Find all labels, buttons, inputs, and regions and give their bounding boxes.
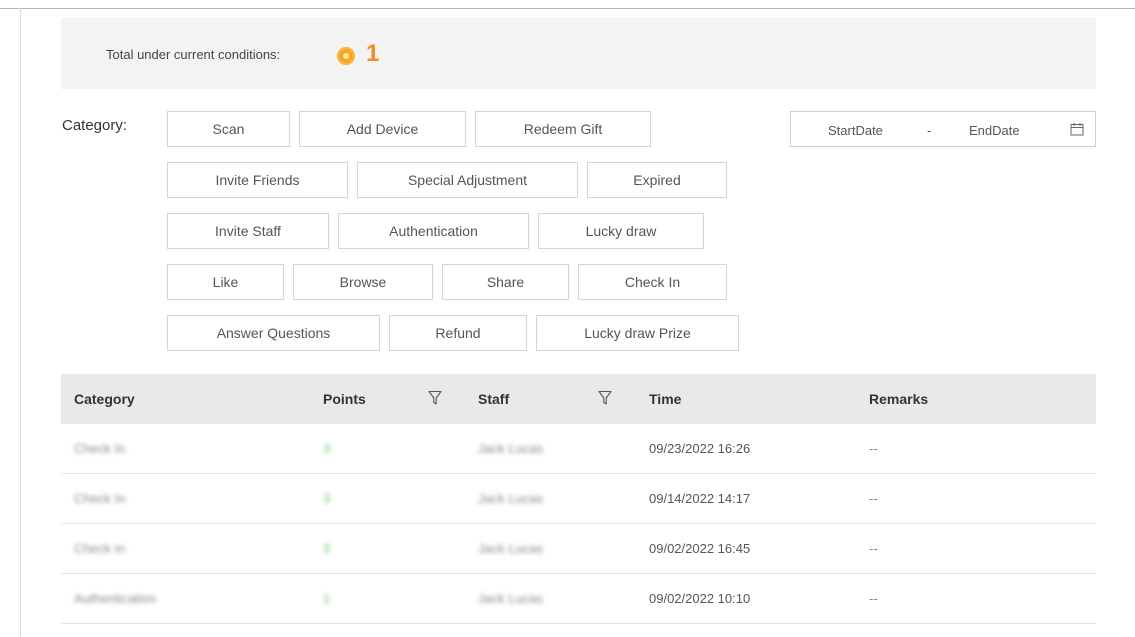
chip-invite-friends[interactable]: Invite Friends (167, 162, 348, 198)
row-remarks: -- (869, 591, 878, 606)
table-row: Check In 3 Jack Lucas 09/02/2022 16:45 -… (61, 524, 1096, 574)
chip-redeem-gift[interactable]: Redeem Gift (475, 111, 651, 147)
points-filter-icon[interactable] (428, 390, 442, 406)
chip-authentication[interactable]: Authentication (338, 213, 529, 249)
category-filter-label: Category: (62, 117, 128, 134)
end-date-input[interactable]: EndDate (969, 123, 1020, 138)
row-points: 3 (323, 491, 331, 506)
chip-invite-staff[interactable]: Invite Staff (167, 213, 329, 249)
table-row: Authentication 1 Jack Lucas 09/02/2022 1… (61, 574, 1096, 624)
chip-scan[interactable]: Scan (167, 111, 290, 147)
row-category: Check In (74, 541, 126, 556)
table-row: Check In 3 Jack Lucas 09/14/2022 14:17 -… (61, 474, 1096, 524)
date-separator: - (927, 123, 932, 138)
points-history-table: Category Points Staff Time Remarks Check… (61, 374, 1096, 624)
row-remarks: -- (869, 541, 878, 556)
chip-expired[interactable]: Expired (587, 162, 727, 198)
chip-lucky-draw[interactable]: Lucky draw (538, 213, 704, 249)
row-points: 3 (323, 441, 331, 456)
row-time: 09/14/2022 14:17 (649, 491, 751, 506)
row-points: 3 (323, 541, 331, 556)
date-range-picker[interactable]: StartDate - EndDate (790, 111, 1096, 147)
chip-answer-questions[interactable]: Answer Questions (167, 315, 380, 351)
coin-icon (337, 47, 355, 65)
calendar-icon[interactable] (1070, 122, 1084, 136)
summary-count: 1 (366, 40, 380, 67)
column-remarks: Remarks (869, 391, 929, 407)
column-category: Category (74, 391, 135, 407)
chip-like[interactable]: Like (167, 264, 284, 300)
row-staff: Jack Lucas (478, 541, 544, 556)
summary-panel: Total under current conditions: 1 (61, 18, 1096, 89)
left-border (20, 8, 21, 637)
row-remarks: -- (869, 491, 878, 506)
row-category: Check In (74, 491, 126, 506)
chip-lucky-draw-prize[interactable]: Lucky draw Prize (536, 315, 739, 351)
chip-share[interactable]: Share (442, 264, 569, 300)
row-remarks: -- (869, 441, 878, 456)
column-points: Points (323, 391, 366, 407)
summary-label: Total under current conditions: (106, 47, 281, 62)
row-time: 09/02/2022 16:45 (649, 541, 751, 556)
chip-special-adjustment[interactable]: Special Adjustment (357, 162, 578, 198)
top-border (0, 8, 1135, 9)
chip-add-device[interactable]: Add Device (299, 111, 466, 147)
row-staff: Jack Lucas (478, 491, 544, 506)
table-row: Check In 3 Jack Lucas 09/23/2022 16:26 -… (61, 424, 1096, 474)
row-time: 09/23/2022 16:26 (649, 441, 751, 456)
column-staff: Staff (478, 391, 510, 407)
chip-browse[interactable]: Browse (293, 264, 433, 300)
column-time: Time (649, 391, 682, 407)
staff-filter-icon[interactable] (598, 390, 612, 406)
table-header: Category Points Staff Time Remarks (61, 374, 1096, 424)
row-category: Authentication (74, 591, 157, 606)
row-points: 1 (323, 591, 331, 606)
chip-refund[interactable]: Refund (389, 315, 527, 351)
chip-check-in[interactable]: Check In (578, 264, 727, 300)
row-staff: Jack Lucas (478, 591, 544, 606)
row-staff: Jack Lucas (478, 441, 544, 456)
row-category: Check In (74, 441, 126, 456)
row-time: 09/02/2022 10:10 (649, 591, 751, 606)
start-date-input[interactable]: StartDate (828, 123, 883, 138)
